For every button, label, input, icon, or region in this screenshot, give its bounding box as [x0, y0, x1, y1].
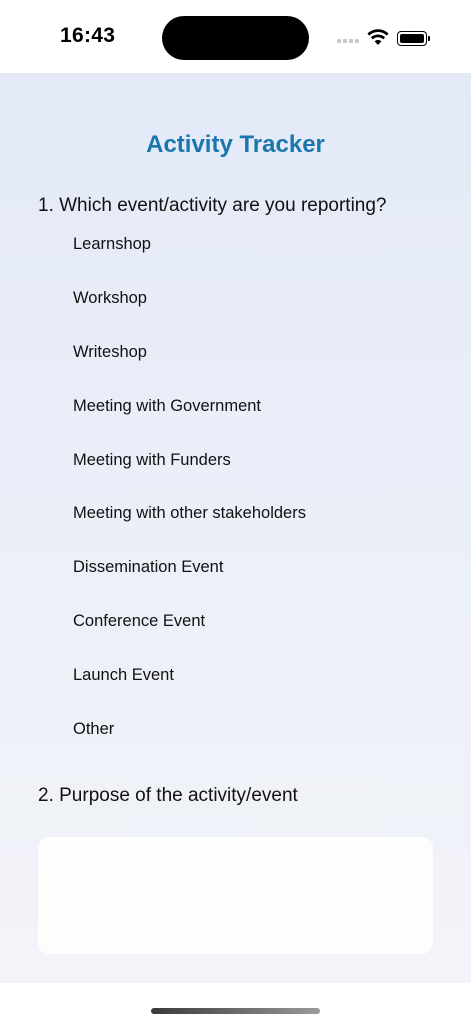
- question-1-label: 1. Which event/activity are you reportin…: [38, 195, 387, 216]
- purpose-input[interactable]: [38, 837, 433, 954]
- option-meeting-with-funders[interactable]: Meeting with Funders: [73, 451, 453, 505]
- option-workshop[interactable]: Workshop: [73, 289, 453, 343]
- form-content: Activity Tracker 1. Which event/activity…: [0, 73, 471, 983]
- option-conference-event[interactable]: Conference Event: [73, 612, 453, 666]
- option-meeting-with-other-stakeholders[interactable]: Meeting with other stakeholders: [73, 504, 453, 558]
- status-time: 16:43: [60, 24, 116, 47]
- option-launch-event[interactable]: Launch Event: [73, 666, 453, 720]
- status-icons: [337, 28, 433, 48]
- cellular-signal-icon: [337, 39, 361, 45]
- option-writeshop[interactable]: Writeshop: [73, 343, 453, 397]
- question-2-label: 2. Purpose of the activity/event: [38, 785, 298, 806]
- status-bar: 16:43: [0, 0, 471, 73]
- dynamic-island: [162, 16, 309, 60]
- battery-icon: [397, 31, 431, 46]
- home-area: [0, 983, 471, 1024]
- home-indicator[interactable]: [151, 1008, 320, 1014]
- option-learnshop[interactable]: Learnshop: [73, 235, 453, 289]
- option-dissemination-event[interactable]: Dissemination Event: [73, 558, 453, 612]
- option-other[interactable]: Other: [73, 720, 453, 774]
- wifi-icon: [367, 29, 389, 45]
- app-screen: 16:43 Activity Tracker 1. Which event/ac…: [0, 0, 471, 1024]
- event-type-options: Learnshop Workshop Writeshop Meeting wit…: [73, 235, 453, 774]
- page-title: Activity Tracker: [146, 131, 325, 158]
- option-meeting-with-government[interactable]: Meeting with Government: [73, 397, 453, 451]
